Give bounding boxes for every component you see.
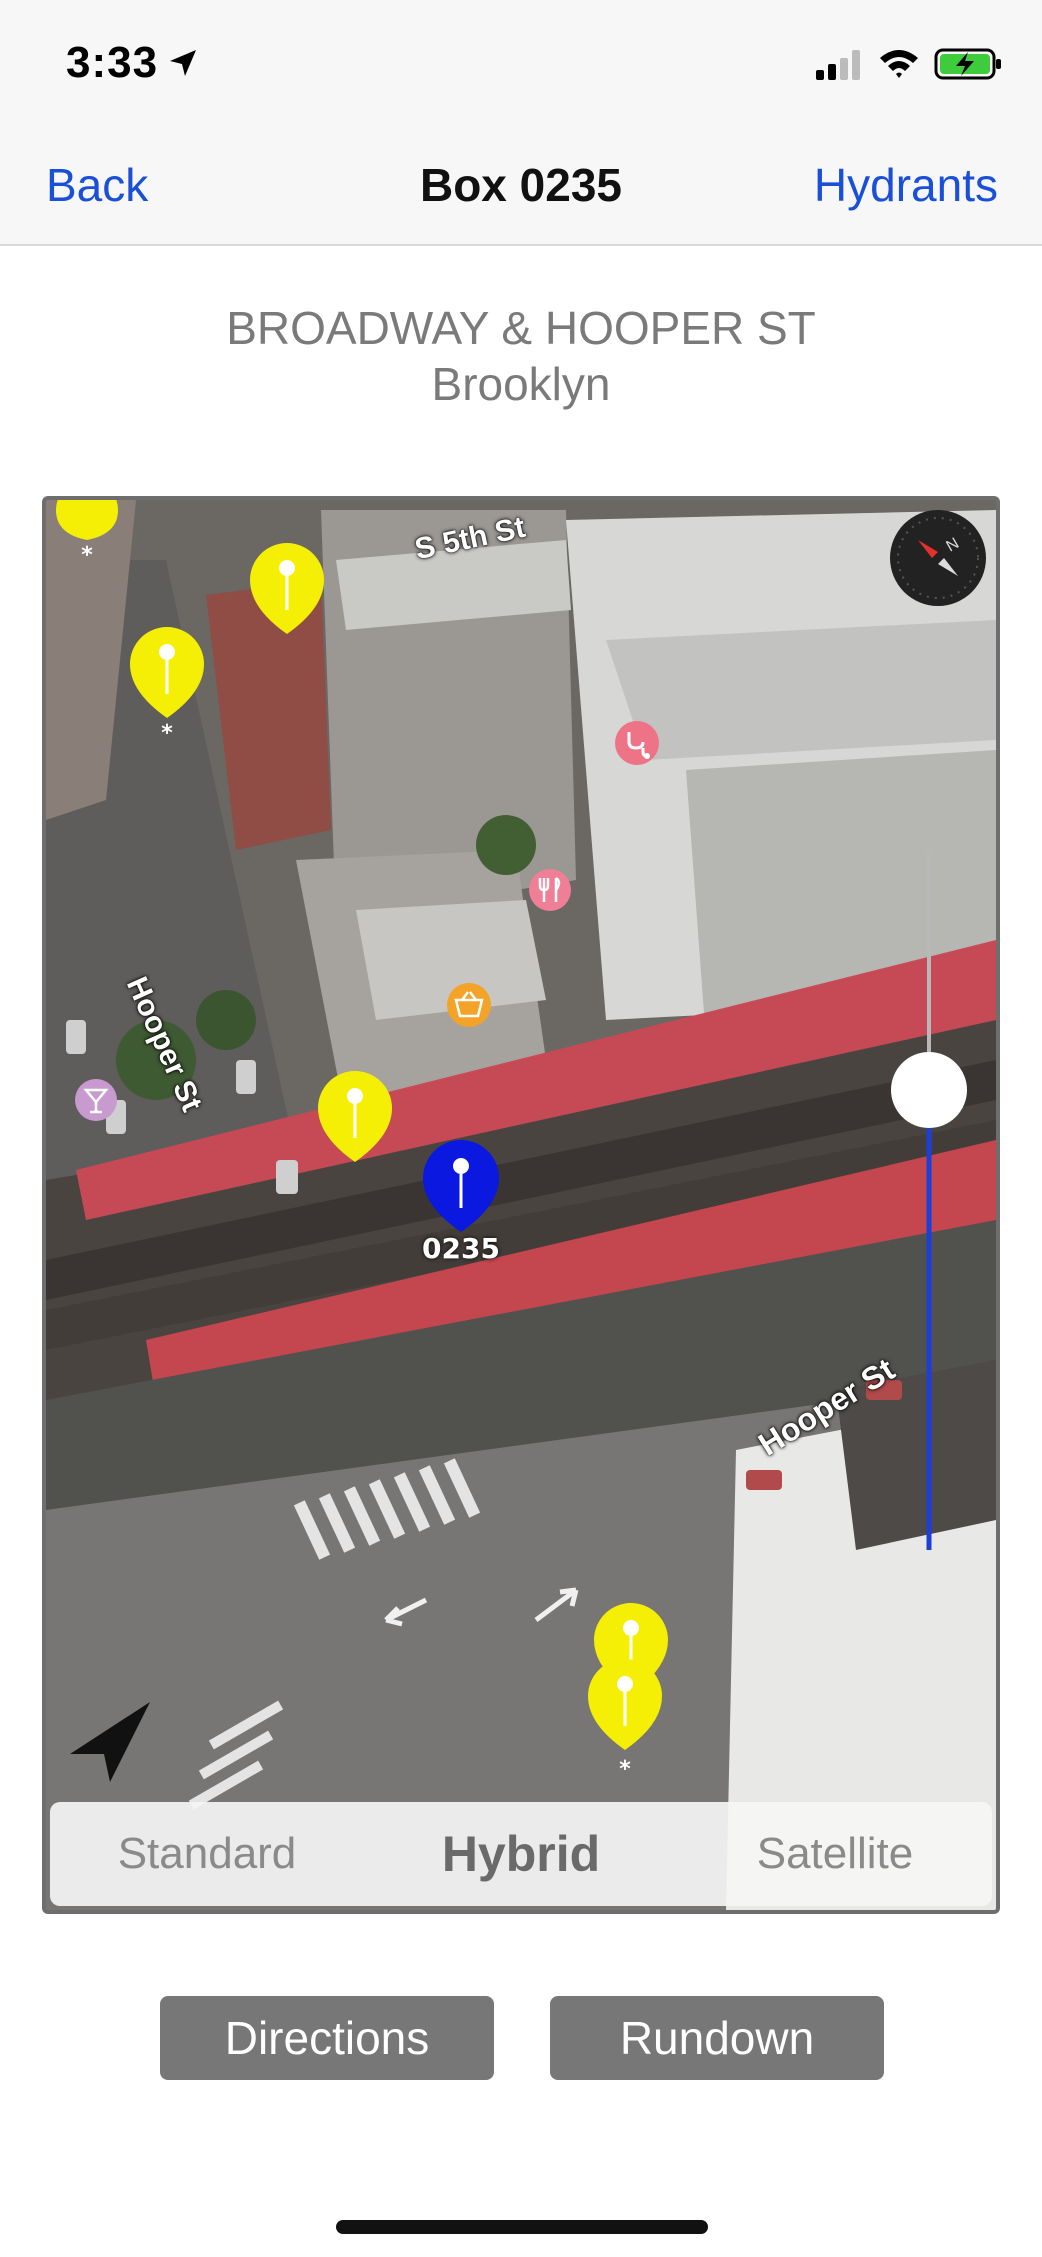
alarm-box-pin-label: 0235	[422, 1232, 500, 1265]
map-type-hybrid[interactable]: Hybrid	[364, 1802, 678, 1906]
alarm-box-pin[interactable]	[418, 1136, 504, 1236]
home-indicator	[336, 2220, 708, 2234]
location-arrow-icon	[170, 50, 196, 76]
address-borough: Brooklyn	[431, 358, 611, 410]
status-time: 3:33	[66, 38, 159, 87]
svg-text:*: *	[161, 721, 173, 742]
svg-text:*: *	[619, 1757, 631, 1780]
navigation-bar: Back Box 0235 Hydrants	[0, 130, 1042, 246]
cellular-signal-icon	[816, 50, 860, 80]
wifi-icon	[880, 50, 918, 78]
pitch-slider[interactable]	[884, 850, 974, 1560]
map-type-segmented-control[interactable]: Standard Hybrid Satellite	[50, 1802, 992, 1906]
hydrant-pin[interactable]: *	[126, 622, 208, 742]
back-button[interactable]: Back	[46, 158, 148, 212]
status-bar: 3:33	[0, 0, 1042, 130]
hydrant-pin[interactable]: *	[584, 1654, 666, 1780]
doctor-poi-icon[interactable]	[612, 718, 662, 768]
address-block: BROADWAY & HOOPER ST Brooklyn	[0, 300, 1042, 412]
map-view[interactable]: * * * 0235 S 5th St Hooper St Hooper St …	[42, 496, 1000, 1914]
bar-poi-icon[interactable]	[72, 1076, 120, 1124]
rundown-button[interactable]: Rundown	[550, 1996, 884, 2080]
battery-charging-icon	[934, 48, 1001, 80]
hydrant-pin[interactable]	[314, 1066, 396, 1166]
hydrants-button[interactable]: Hydrants	[814, 158, 998, 212]
hydrant-pin[interactable]: *	[46, 496, 128, 580]
directions-button[interactable]: Directions	[160, 1996, 494, 2080]
compass-icon[interactable]: N	[888, 508, 988, 608]
restaurant-poi-icon[interactable]	[526, 866, 574, 914]
map-type-satellite[interactable]: Satellite	[678, 1802, 992, 1906]
map-type-standard[interactable]: Standard	[50, 1802, 364, 1906]
svg-text:*: *	[81, 543, 93, 568]
address-street: BROADWAY & HOOPER ST	[226, 302, 816, 354]
hydrant-pin[interactable]	[246, 538, 328, 638]
grocery-poi-icon[interactable]	[444, 980, 494, 1030]
user-location-arrow-icon[interactable]	[64, 1696, 154, 1786]
